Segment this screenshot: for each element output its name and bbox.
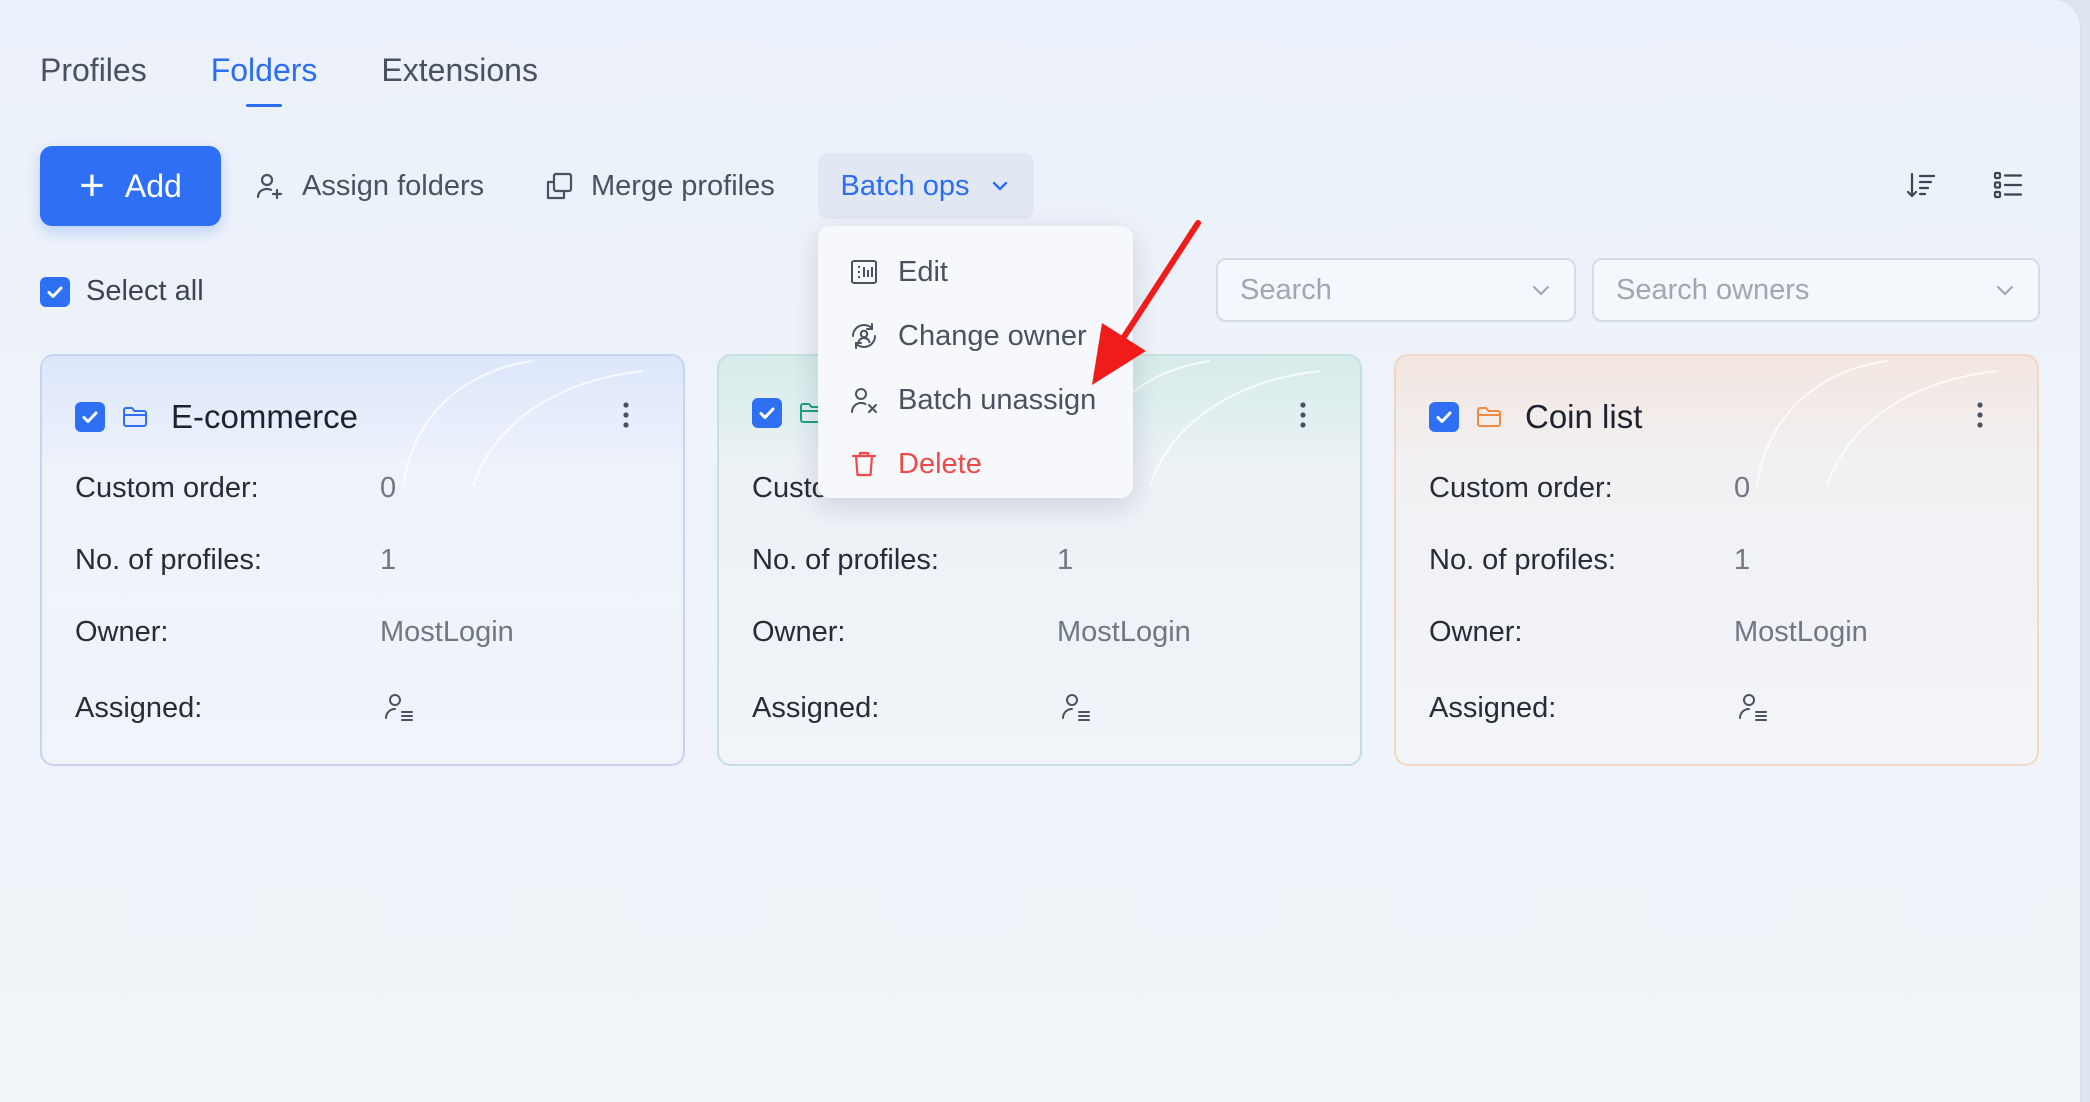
card-checkbox[interactable] [75, 402, 105, 432]
more-options-icon[interactable] [1298, 400, 1308, 430]
edit-icon [851, 260, 877, 284]
card-decoration [1756, 360, 1998, 486]
list-view-icon[interactable] [1991, 168, 2025, 202]
assign-folders-button[interactable]: Assign folders [254, 160, 484, 212]
tab-bar: Profiles Folders Extensions [40, 52, 538, 107]
app-window: Profiles Folders Extensions + Add Assign… [0, 0, 2082, 1102]
owner-value: MostLogin [380, 616, 514, 648]
menu-item-label: Batch unassign [898, 383, 1097, 416]
profiles-count-value: 1 [1734, 544, 1751, 576]
batch-ops-label: Batch ops [840, 169, 970, 202]
folder-card[interactable]: Coin list Custom order: 0 No. of profile… [1394, 354, 2039, 766]
tab-profiles[interactable]: Profiles [40, 52, 147, 107]
profiles-count-label: No. of profiles: [752, 544, 939, 576]
search-select[interactable]: Search [1216, 258, 1576, 322]
profiles-count-label: No. of profiles: [1429, 544, 1616, 576]
plus-icon: + [79, 161, 105, 210]
merge-icon [546, 172, 573, 200]
custom-order-value: 0 [1734, 472, 1751, 504]
add-button[interactable]: + Add [40, 146, 221, 226]
assign-folders-label: Assign folders [302, 169, 485, 202]
owner-value: MostLogin [1057, 616, 1191, 648]
menu-item-label: Delete [898, 447, 982, 480]
folder-card[interactable]: E-commerce Custom order: 0 No. of profil… [40, 354, 685, 766]
user-plus-icon [256, 173, 283, 200]
folder-name: E-commerce [171, 398, 359, 435]
custom-order-value: 0 [380, 472, 397, 504]
profiles-count-label: No. of profiles: [75, 544, 262, 576]
change-owner-icon [852, 323, 876, 349]
sort-icon[interactable] [1904, 168, 1938, 202]
checkbox-checked-icon [40, 276, 70, 307]
unassign-icon [851, 388, 877, 413]
chevron-down-icon [1997, 286, 2013, 295]
tab-extensions[interactable]: Extensions [381, 52, 538, 107]
profiles-count-value: 1 [1057, 544, 1074, 576]
custom-order-label: Custom order: [1429, 472, 1613, 504]
menu-item-label: Change owner [898, 319, 1087, 352]
assigned-label: Assigned: [75, 692, 203, 724]
profiles-count-value: 1 [380, 544, 397, 576]
merge-profiles-button[interactable]: Merge profiles [543, 160, 775, 212]
menu-item-label: Edit [898, 255, 948, 288]
menu-item-delete[interactable]: Delete [818, 432, 1133, 496]
more-options-icon[interactable] [1975, 400, 1985, 430]
owner-label: Owner: [752, 616, 846, 648]
assigned-users-icon[interactable] [382, 690, 416, 724]
search-owners-placeholder: Search owners [1616, 273, 1810, 306]
card-decoration [402, 360, 644, 486]
folder-name: Coin list [1525, 398, 1643, 435]
search-owners-select[interactable]: Search owners [1592, 258, 2040, 322]
trash-icon [851, 451, 877, 477]
tab-folders[interactable]: Folders [211, 52, 317, 107]
folder-icon [1477, 407, 1501, 427]
owner-value: MostLogin [1734, 616, 1868, 648]
assigned-label: Assigned: [752, 692, 880, 724]
chevron-down-icon [993, 181, 1008, 191]
card-header: E-commerce [75, 398, 358, 436]
owner-label: Owner: [75, 616, 169, 648]
annotation-arrow-icon [1092, 220, 1201, 385]
chevron-down-icon [1533, 286, 1549, 295]
card-checkbox[interactable] [752, 398, 782, 428]
card-checkbox[interactable] [1429, 402, 1459, 432]
assigned-users-icon[interactable] [1059, 690, 1093, 724]
assigned-label: Assigned: [1429, 692, 1557, 724]
folder-icon [123, 407, 147, 427]
select-all-label: Select all [86, 275, 204, 307]
batch-ops-button[interactable]: Batch ops [818, 153, 1034, 219]
add-button-label: Add [124, 167, 182, 204]
search-placeholder: Search [1240, 273, 1332, 306]
more-options-icon[interactable] [621, 400, 631, 430]
select-all-checkbox[interactable]: Select all [40, 275, 204, 308]
merge-profiles-label: Merge profiles [591, 169, 775, 202]
custom-order-label: Custom order: [75, 472, 259, 504]
assigned-users-icon[interactable] [1736, 690, 1770, 724]
card-header: Coin list [1429, 398, 1642, 436]
owner-label: Owner: [1429, 616, 1523, 648]
